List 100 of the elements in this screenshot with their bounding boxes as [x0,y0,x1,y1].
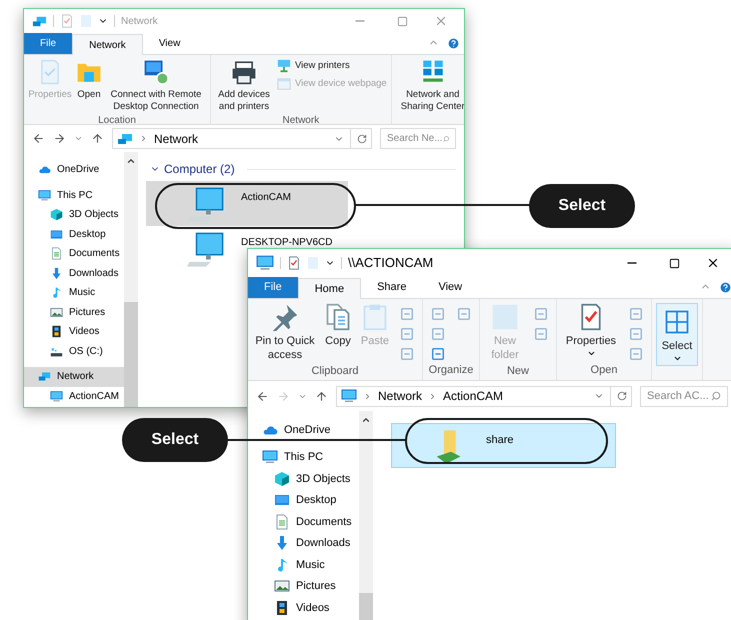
nav-item[interactable]: Desktop [248,490,359,511]
search-field[interactable]: Search AC... [640,386,728,406]
forward-icon[interactable] [53,132,66,145]
scrollbar-thumb[interactable] [359,593,373,620]
nav-item[interactable]: Pictures [248,576,359,597]
ribbon-button[interactable]: Open [76,59,102,101]
nav-item[interactable]: Videos [24,322,124,342]
remote-desktop-icon [143,59,169,85]
refresh-icon[interactable] [617,391,627,401]
nav-item[interactable]: OneDrive [248,419,359,440]
nav-label: 3D Objects [69,208,118,222]
ribbon-group-label: Location [97,114,137,128]
nav-item[interactable]: Downloads [248,532,359,554]
item-tile[interactable]: ActionCAM [146,181,348,226]
download-icon [50,266,63,280]
nav-item[interactable]: ActionCAM [24,386,124,406]
nav-label: Documents [69,247,120,262]
close-icon[interactable] [706,256,720,270]
nav-label: Videos [69,325,100,340]
download-icon [274,535,290,552]
nav-item[interactable]: Videos [248,597,359,618]
up-icon[interactable] [91,132,104,145]
printer-network-icon [277,59,291,74]
monitor-icon [341,388,357,404]
network-icon [38,370,51,384]
refresh-icon[interactable] [357,134,367,144]
ribbon-button[interactable]: Select [656,303,698,366]
nav-label: OneDrive [284,422,330,438]
ribbon-button[interactable]: Add devices and printers [215,59,273,113]
nav-label: Desktop [69,228,106,242]
ribbon-tab[interactable]: View [422,277,478,298]
nav-item[interactable]: This PC [24,186,124,205]
help-icon[interactable] [447,37,460,50]
nav-item[interactable]: 3D Objects [24,205,124,224]
ribbon-tab[interactable]: Share [361,277,422,298]
nav-label: Pictures [296,579,336,594]
breadcrumb[interactable]: ActionCAM [443,387,504,405]
monitor-icon [262,449,278,466]
item-tile[interactable]: share [391,423,616,468]
nav-item[interactable]: Documents [248,511,359,532]
nav-label: OneDrive [57,163,100,178]
picture-icon [274,578,290,594]
ribbon-button[interactable]: Pin to Quick access [252,303,318,362]
address-field[interactable]: Network ActionCAM [336,386,632,406]
nav-item[interactable]: Music [248,554,359,576]
scrollbar[interactable] [124,152,138,407]
computer-icon [187,186,225,224]
ribbon-button[interactable]: Properties [561,303,621,358]
scrollbar-thumb[interactable] [124,302,138,407]
scroll-up-icon[interactable] [361,415,371,425]
ribbon-group-label: New [506,364,530,378]
nav-label: Desktop [296,493,336,508]
back-icon[interactable] [256,390,269,402]
desktop-icon [50,228,63,241]
nav-item[interactable]: Desktop [24,224,124,244]
ribbon-tab[interactable]: Network [72,34,143,55]
nav-item[interactable]: OS (C:) [24,342,124,361]
ribbon-button[interactable]: Connect with Remote Desktop Connection [106,59,206,113]
breadcrumb[interactable]: Network [378,387,422,405]
nav-item[interactable]: Downloads [24,264,124,283]
search-field[interactable]: Search Ne... [380,128,456,149]
up-icon[interactable] [315,390,328,402]
film-icon [274,600,290,616]
nav-label: This PC [284,450,324,465]
nav-item[interactable]: This PC [248,446,359,468]
grid-icon [663,308,691,336]
address-field[interactable]: Network [112,128,372,149]
nav-item[interactable]: OneDrive [24,160,124,180]
monitor-icon [50,390,63,403]
scrollbar[interactable] [359,411,373,620]
nav-label: Documents [296,514,352,530]
breadcrumb[interactable]: Network [154,130,198,148]
nav-label: OS (C:) [69,344,103,359]
maximize-icon[interactable] [669,258,680,268]
nav-label: 3D Objects [296,472,350,486]
film-icon [50,325,63,338]
nav-item[interactable]: Music [24,283,124,302]
ribbon-tab[interactable]: View [142,33,196,54]
callout-label: Select [529,184,635,228]
ribbon-button[interactable]: View printers [277,59,387,74]
back-icon[interactable] [32,132,45,145]
ribbon-tab[interactable]: File [24,33,72,54]
recent-dropdown-icon[interactable] [74,134,83,143]
nav-item[interactable]: 3D Objects [248,468,359,490]
window-title: \\ACTIONCAM [348,254,434,272]
scroll-up-icon[interactable] [126,156,136,166]
cube-icon [50,208,63,222]
nav-item[interactable]: Network [24,367,124,386]
picture-icon [50,306,63,319]
ribbon-button[interactable]: Copy [322,303,354,349]
nav-item[interactable]: Documents [24,244,124,264]
document-check-icon [60,14,74,28]
computer-icon [187,231,225,269]
nav-item[interactable]: Pictures [24,302,124,322]
ribbon-tab[interactable]: File [248,277,298,298]
nav-label: Music [296,558,325,572]
group-header[interactable]: Computer (2) [164,160,235,178]
clipboard-icon [361,303,389,331]
ribbon-tab[interactable]: Home [298,278,362,299]
help-icon[interactable] [719,281,731,294]
